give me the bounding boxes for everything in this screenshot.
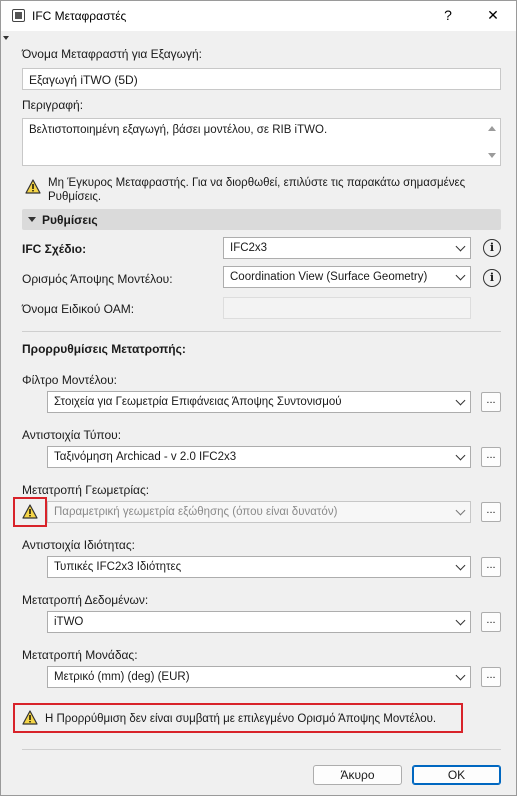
expand-arrow-icon [28,217,36,222]
type-mapping-label: Αντιστοιχία Τύπου: [22,428,122,442]
warning-icon [22,710,38,725]
settings-section-header[interactable]: Ρυθμίσεις [22,209,501,230]
data-conversion-edit-button[interactable]: ... [481,612,501,632]
invalid-warning-line1: Μη Έγκυρος Μεταφραστής. Για να διορθωθεί… [48,177,466,189]
help-button[interactable]: ? [438,7,458,23]
ifc-schema-value: IFC2x3 [230,242,268,254]
model-filter-edit-button[interactable]: ... [481,392,501,412]
unit-conversion-label: Μετατροπή Μονάδας: [22,648,138,662]
cancel-button[interactable]: Άκυρο [313,765,402,785]
ok-button[interactable]: OK [412,765,501,785]
translator-name-input[interactable]: Εξαγωγή iTWO (5D) [22,68,501,90]
chevron-down-icon [455,615,466,626]
divider [22,749,501,750]
model-filter-value: Στοιχεία για Γεωμετρία Επιφάνειας Άποψης… [54,396,342,408]
model-filter-label: Φίλτρο Μοντέλου: [22,373,117,387]
model-view-label: Ορισμός Άποψης Μοντέλου: [22,272,173,286]
geometry-conversion-value: Παραμετρική γεωμετρία εξώθησης (όπου είν… [54,506,338,518]
chevron-down-icon [455,670,466,681]
window-title: IFC Μεταφραστές [32,9,127,23]
type-mapping-select[interactable]: Ταξινόμηση Archicad - v 2.0 IFC2x3 [47,446,471,468]
type-mapping-edit-button[interactable]: ... [481,447,501,467]
translator-name-label: Όνομα Μεταφραστή για Εξαγωγή: [22,47,203,61]
incompatible-warning-text: Η Προρρύθμιση δεν είναι συμβατή με επιλε… [45,713,437,725]
divider [22,331,501,332]
special-oam-label: Όνομα Ειδικού ΟΑΜ: [22,302,135,316]
description-label: Περιγραφή: [22,98,84,112]
description-textarea[interactable]: Βελτιστοποιημένη εξαγωγή, βάσει μοντέλου… [22,118,501,166]
scroll-up-icon[interactable] [488,126,496,131]
description-text: Βελτιστοποιημένη εξαγωγή, βάσει μοντέλου… [29,124,328,136]
special-oam-input [223,297,471,319]
unit-conversion-value: Μετρικό (mm) (deg) (EUR) [54,671,190,683]
unit-conversion-select[interactable]: Μετρικό (mm) (deg) (EUR) [47,666,471,688]
title-bar: IFC Μεταφραστές ? ✕ [1,1,516,31]
warning-icon [25,179,41,194]
chevron-down-icon [455,270,466,281]
property-mapping-label: Αντιστοιχία Ιδιότητας: [22,538,135,552]
chevron-down-icon [455,241,466,252]
property-mapping-edit-button[interactable]: ... [481,557,501,577]
geometry-conversion-label: Μετατροπή Γεωμετρίας: [22,483,150,497]
ifc-schema-label: IFC Σχέδιο: [22,242,87,256]
app-icon [12,9,25,22]
unit-conversion-edit-button[interactable]: ... [481,667,501,687]
property-mapping-select[interactable]: Τυπικές IFC2x3 Ιδιότητες [47,556,471,578]
property-mapping-value: Τυπικές IFC2x3 Ιδιότητες [54,561,182,573]
geometry-warning-icon [22,504,38,519]
ifc-schema-info-icon[interactable]: i [483,239,501,257]
chevron-down-icon [455,505,466,516]
type-mapping-value: Ταξινόμηση Archicad - v 2.0 IFC2x3 [54,451,237,463]
presets-heading: Προρρυθμίσεις Μετατροπής: [22,342,186,356]
ifc-schema-select[interactable]: IFC2x3 [223,237,471,259]
settings-section-label: Ρυθμίσεις [42,213,98,227]
model-view-value: Coordination View (Surface Geometry) [230,271,428,283]
model-view-select[interactable]: Coordination View (Surface Geometry) [223,266,471,288]
collapse-arrow-icon[interactable] [3,36,9,40]
model-view-info-icon[interactable]: i [483,269,501,287]
chevron-down-icon [455,560,466,571]
scroll-down-icon[interactable] [488,153,496,158]
close-button[interactable]: ✕ [483,7,503,24]
chevron-down-icon [455,450,466,461]
data-conversion-label: Μετατροπή Δεδομένων: [22,593,149,607]
geometry-conversion-edit-button[interactable]: ... [481,502,501,522]
data-conversion-select[interactable]: iTWO [47,611,471,633]
geometry-conversion-select[interactable]: Παραμετρική γεωμετρία εξώθησης (όπου είν… [47,501,471,523]
chevron-down-icon [455,395,466,406]
data-conversion-value: iTWO [54,616,84,628]
invalid-warning-line2: Ρυθμίσεις. [48,191,102,203]
ifc-translators-dialog: IFC Μεταφραστές ? ✕ Όνομα Μεταφραστή για… [0,0,517,796]
model-filter-select[interactable]: Στοιχεία για Γεωμετρία Επιφάνειας Άποψης… [47,391,471,413]
